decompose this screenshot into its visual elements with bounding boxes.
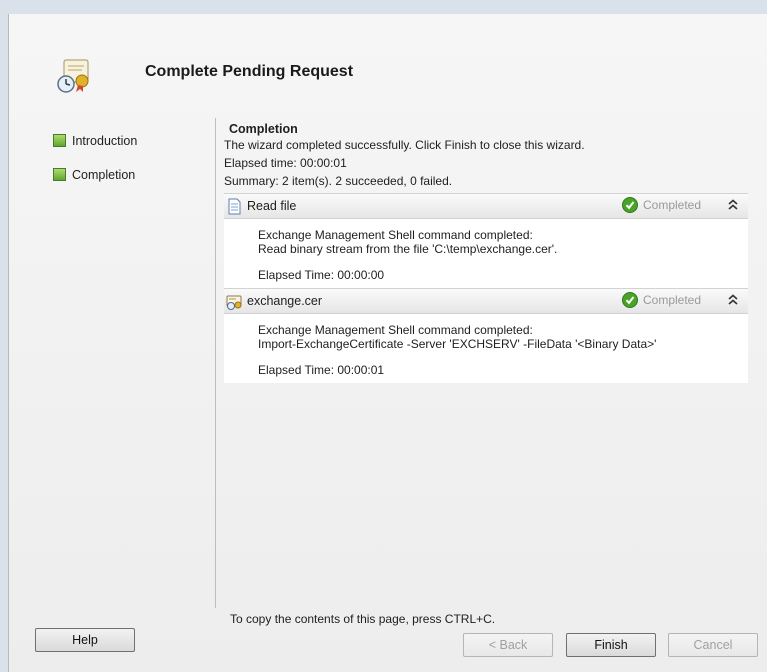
task-status: Completed <box>622 197 701 213</box>
back-button[interactable]: < Back <box>463 633 553 657</box>
completion-message: The wizard completed successfully. Click… <box>224 138 585 152</box>
nav-item-introduction[interactable]: Introduction <box>53 130 137 151</box>
task-detail-line: Exchange Management Shell command comple… <box>258 228 533 242</box>
wizard-window: Complete Pending Request Introduction Co… <box>8 14 767 672</box>
section-title: Completion <box>229 122 298 136</box>
copy-hint: To copy the contents of this page, press… <box>230 612 496 626</box>
vertical-divider <box>215 118 216 608</box>
task-header[interactable]: exchange.cer Completed <box>224 288 748 314</box>
certificate-wizard-icon <box>57 59 89 93</box>
task-name: Read file <box>247 199 297 213</box>
task-detail-line: Exchange Management Shell command comple… <box>258 323 533 337</box>
step-complete-icon <box>53 168 66 181</box>
completion-pane: Completion The wizard completed successf… <box>223 122 753 383</box>
certificate-icon <box>226 295 242 310</box>
elapsed-time: Elapsed time: 00:00:01 <box>224 156 347 170</box>
collapse-chevron-icon[interactable] <box>728 294 738 306</box>
task-details: Exchange Management Shell command comple… <box>224 314 748 383</box>
task-header[interactable]: Read file Completed <box>224 193 748 219</box>
status-label: Completed <box>643 293 702 307</box>
collapse-chevron-icon[interactable] <box>728 199 738 211</box>
finish-button[interactable]: Finish <box>566 633 656 657</box>
cancel-button[interactable]: Cancel <box>668 633 758 657</box>
wizard-header: Complete Pending Request <box>9 14 767 122</box>
check-icon <box>622 197 638 213</box>
summary-text: Summary: 2 item(s). 2 succeeded, 0 faile… <box>224 174 453 188</box>
task-exchange-cer: exchange.cer Completed Exchange Manageme… <box>224 288 748 383</box>
nav-item-completion[interactable]: Completion <box>53 164 137 185</box>
help-button[interactable]: Help <box>35 628 135 652</box>
task-read-file: Read file Completed Exchange Management … <box>224 193 748 288</box>
file-icon <box>228 198 241 214</box>
task-name: exchange.cer <box>247 294 323 308</box>
nav-item-label: Completion <box>72 167 136 182</box>
wizard-title: Complete Pending Request <box>145 63 354 80</box>
wizard-steps-nav: Introduction Completion <box>53 130 137 198</box>
task-elapsed: Elapsed Time: 00:00:00 <box>258 268 385 282</box>
task-elapsed: Elapsed Time: 00:00:01 <box>258 363 385 377</box>
step-complete-icon <box>53 134 66 147</box>
nav-item-label: Introduction <box>72 133 138 148</box>
status-label: Completed <box>643 198 702 212</box>
task-details: Exchange Management Shell command comple… <box>224 219 748 288</box>
task-detail-line: Import-ExchangeCertificate -Server 'EXCH… <box>258 337 657 351</box>
task-status: Completed <box>622 292 701 308</box>
check-icon <box>622 292 638 308</box>
task-detail-line: Read binary stream from the file 'C:\tem… <box>258 242 558 256</box>
